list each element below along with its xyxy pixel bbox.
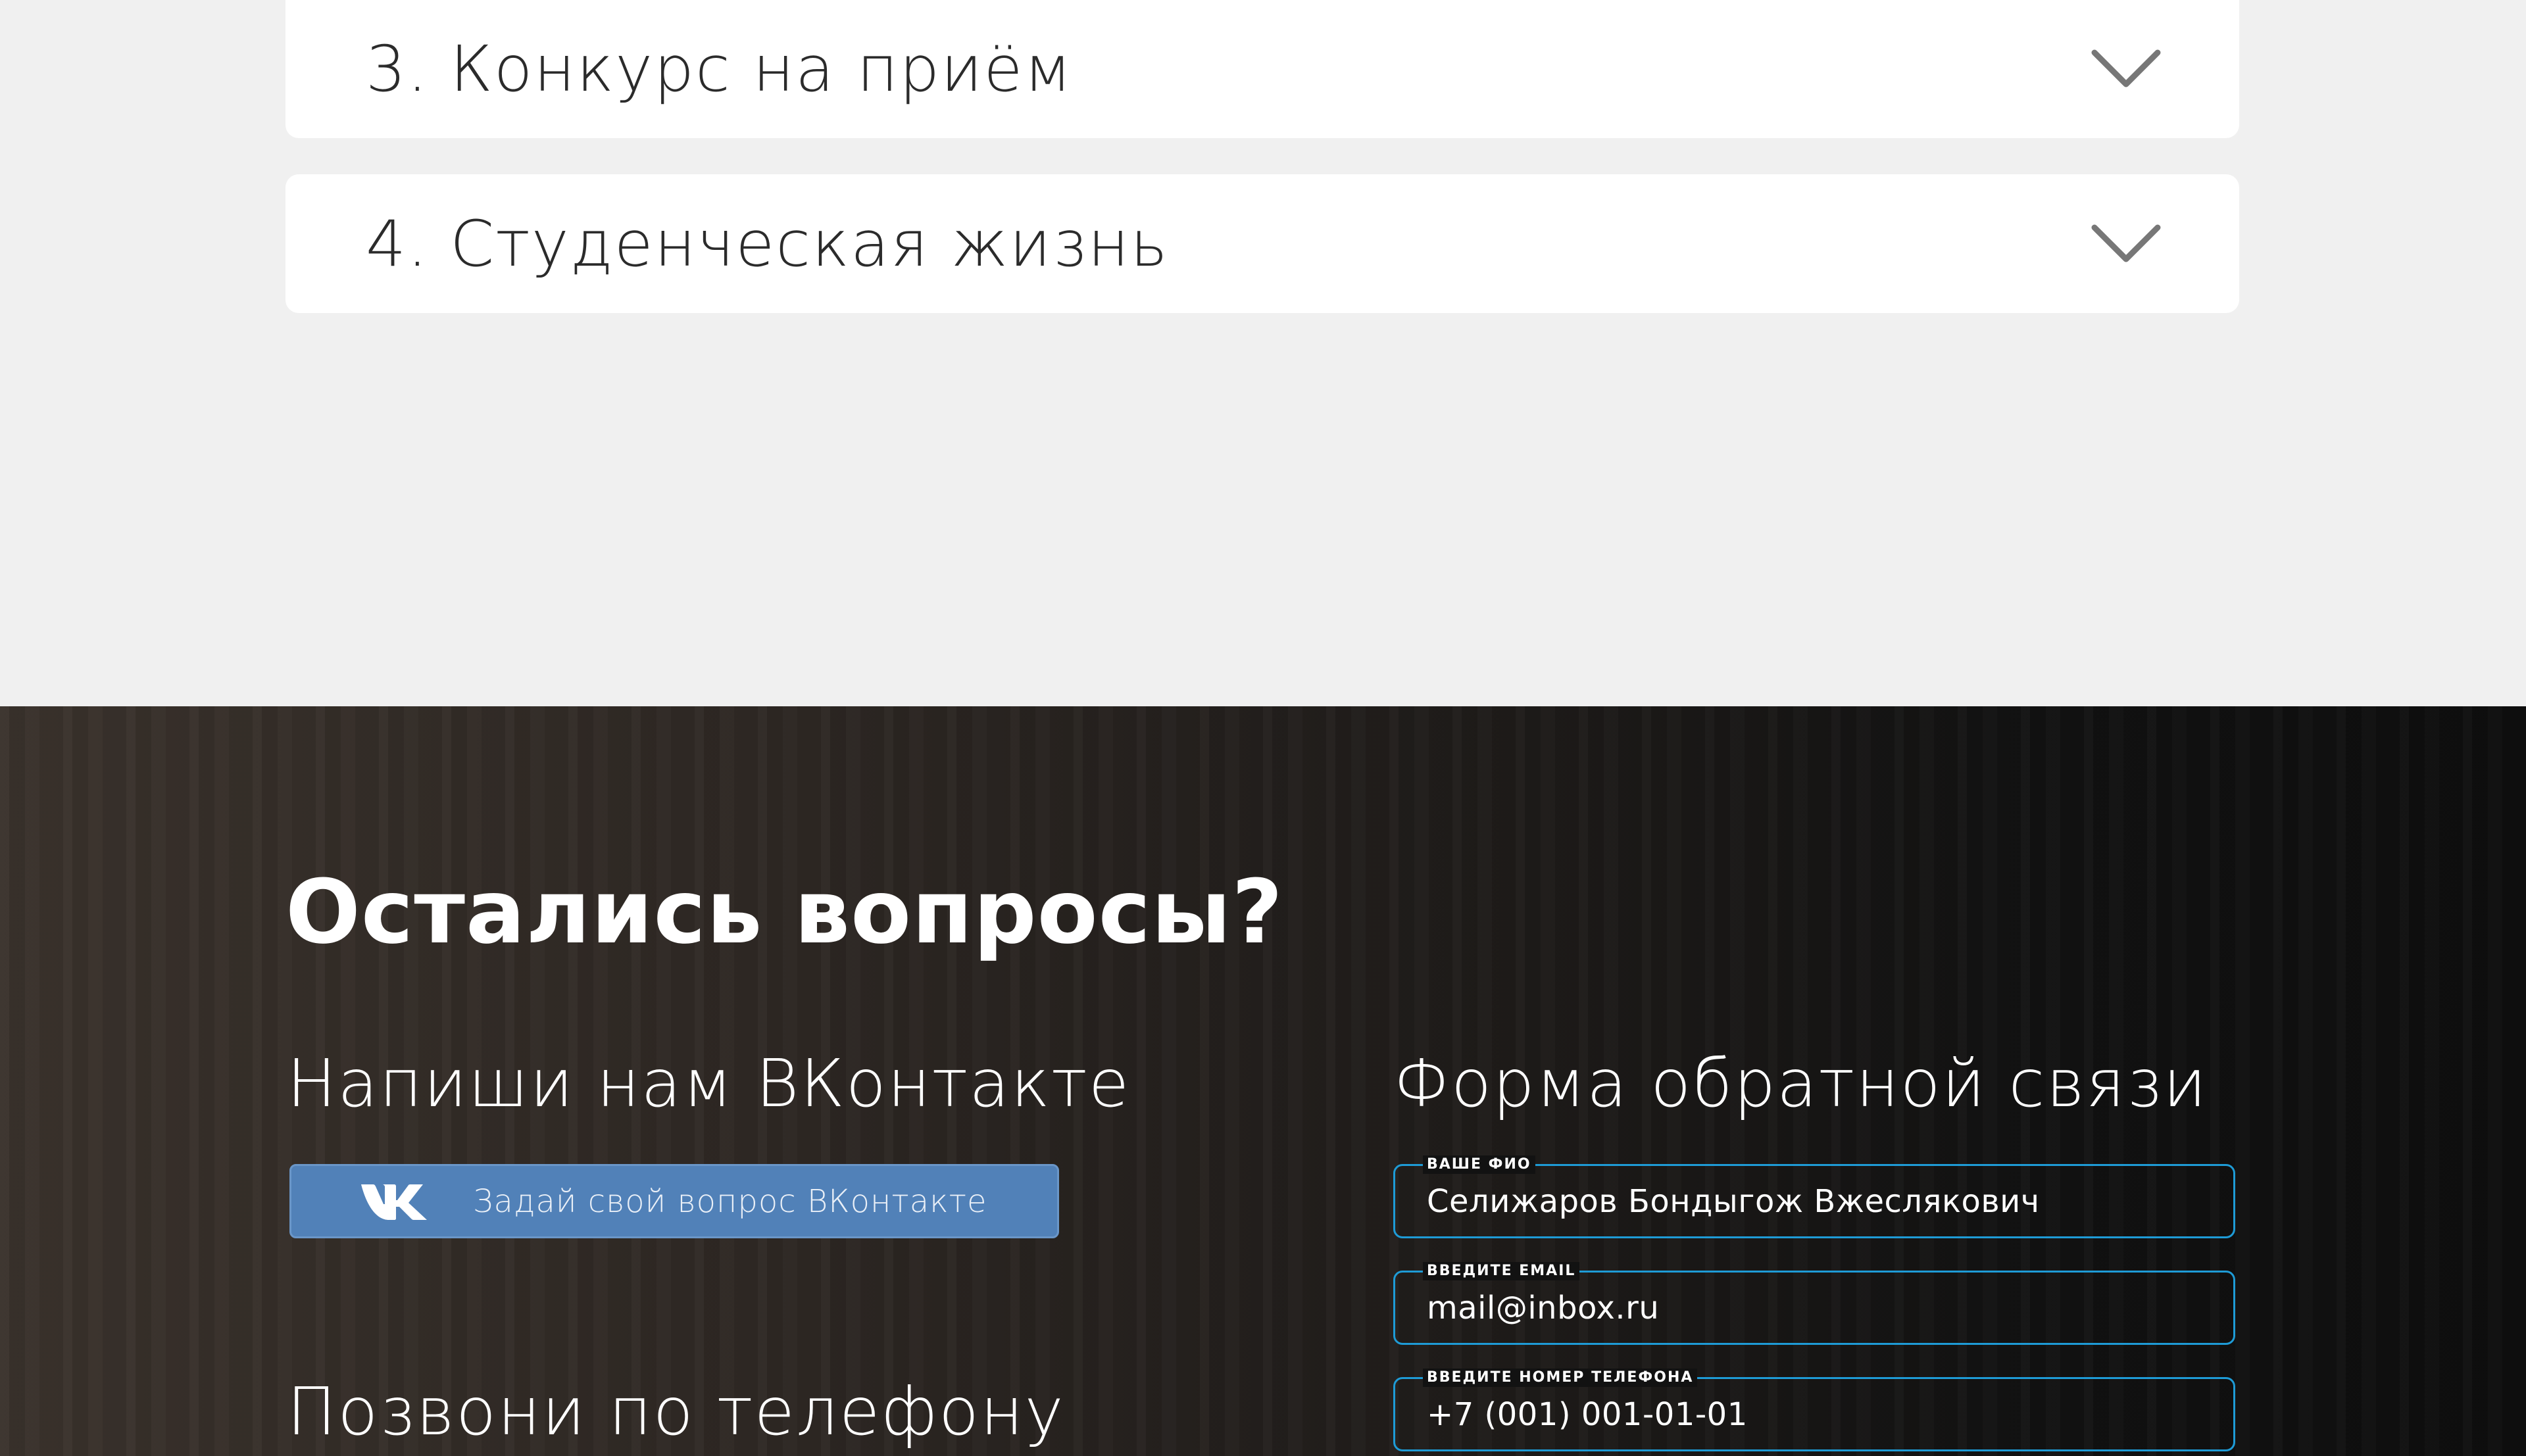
- email-field-label: Введите email: [1423, 1262, 1580, 1280]
- full-name-field-value[interactable]: Селижаров Бондыгож Вжеслякович: [1427, 1183, 2040, 1220]
- phone-field[interactable]: Введите номер телефона +7 (001) 001-01-0…: [1393, 1369, 2235, 1451]
- phone-field-label: Введите номер телефона: [1423, 1369, 1698, 1387]
- accordion-item-label: 4. Студенческая жизнь: [366, 206, 1169, 281]
- vk-heading: Напиши нам ВКонтакте: [287, 1045, 1131, 1122]
- faq-section: 3. Конкурс на приём 4. Студенческая жизн…: [0, 0, 2526, 706]
- phone-heading: Позвони по телефону: [287, 1373, 1065, 1450]
- accordion-item-student-life[interactable]: 4. Студенческая жизнь: [285, 174, 2239, 313]
- accordion-item-label: 3. Конкурс на приём: [366, 32, 1073, 106]
- email-field-value[interactable]: mail@inbox.ru: [1427, 1290, 1659, 1326]
- vk-ask-question-button[interactable]: Задай свой вопрос ВКонтакте: [289, 1164, 1059, 1238]
- vk-logo-icon: [359, 1178, 431, 1225]
- chevron-down-icon[interactable]: [2091, 221, 2162, 267]
- feedback-form-heading: Форма обратной связи: [1393, 1045, 2208, 1122]
- chevron-down-icon[interactable]: [2091, 46, 2162, 92]
- contact-section: Остались вопросы? Напиши нам ВКонтакте З…: [0, 706, 2526, 1456]
- phone-field-value[interactable]: +7 (001) 001-01-01: [1427, 1396, 1748, 1433]
- email-field[interactable]: Введите email mail@inbox.ru: [1393, 1262, 2235, 1345]
- accordion-item-admission-competition[interactable]: 3. Конкурс на приём: [285, 0, 2239, 138]
- vk-button-label: Задай свой вопрос ВКонтакте: [473, 1182, 987, 1220]
- full-name-field[interactable]: Ваше ФИО Селижаров Бондыгож Вжеслякович: [1393, 1155, 2235, 1238]
- full-name-field-label: Ваше ФИО: [1423, 1155, 1535, 1174]
- page: 3. Конкурс на приём 4. Студенческая жизн…: [0, 0, 2526, 1456]
- contact-title: Остались вопросы?: [285, 861, 1284, 963]
